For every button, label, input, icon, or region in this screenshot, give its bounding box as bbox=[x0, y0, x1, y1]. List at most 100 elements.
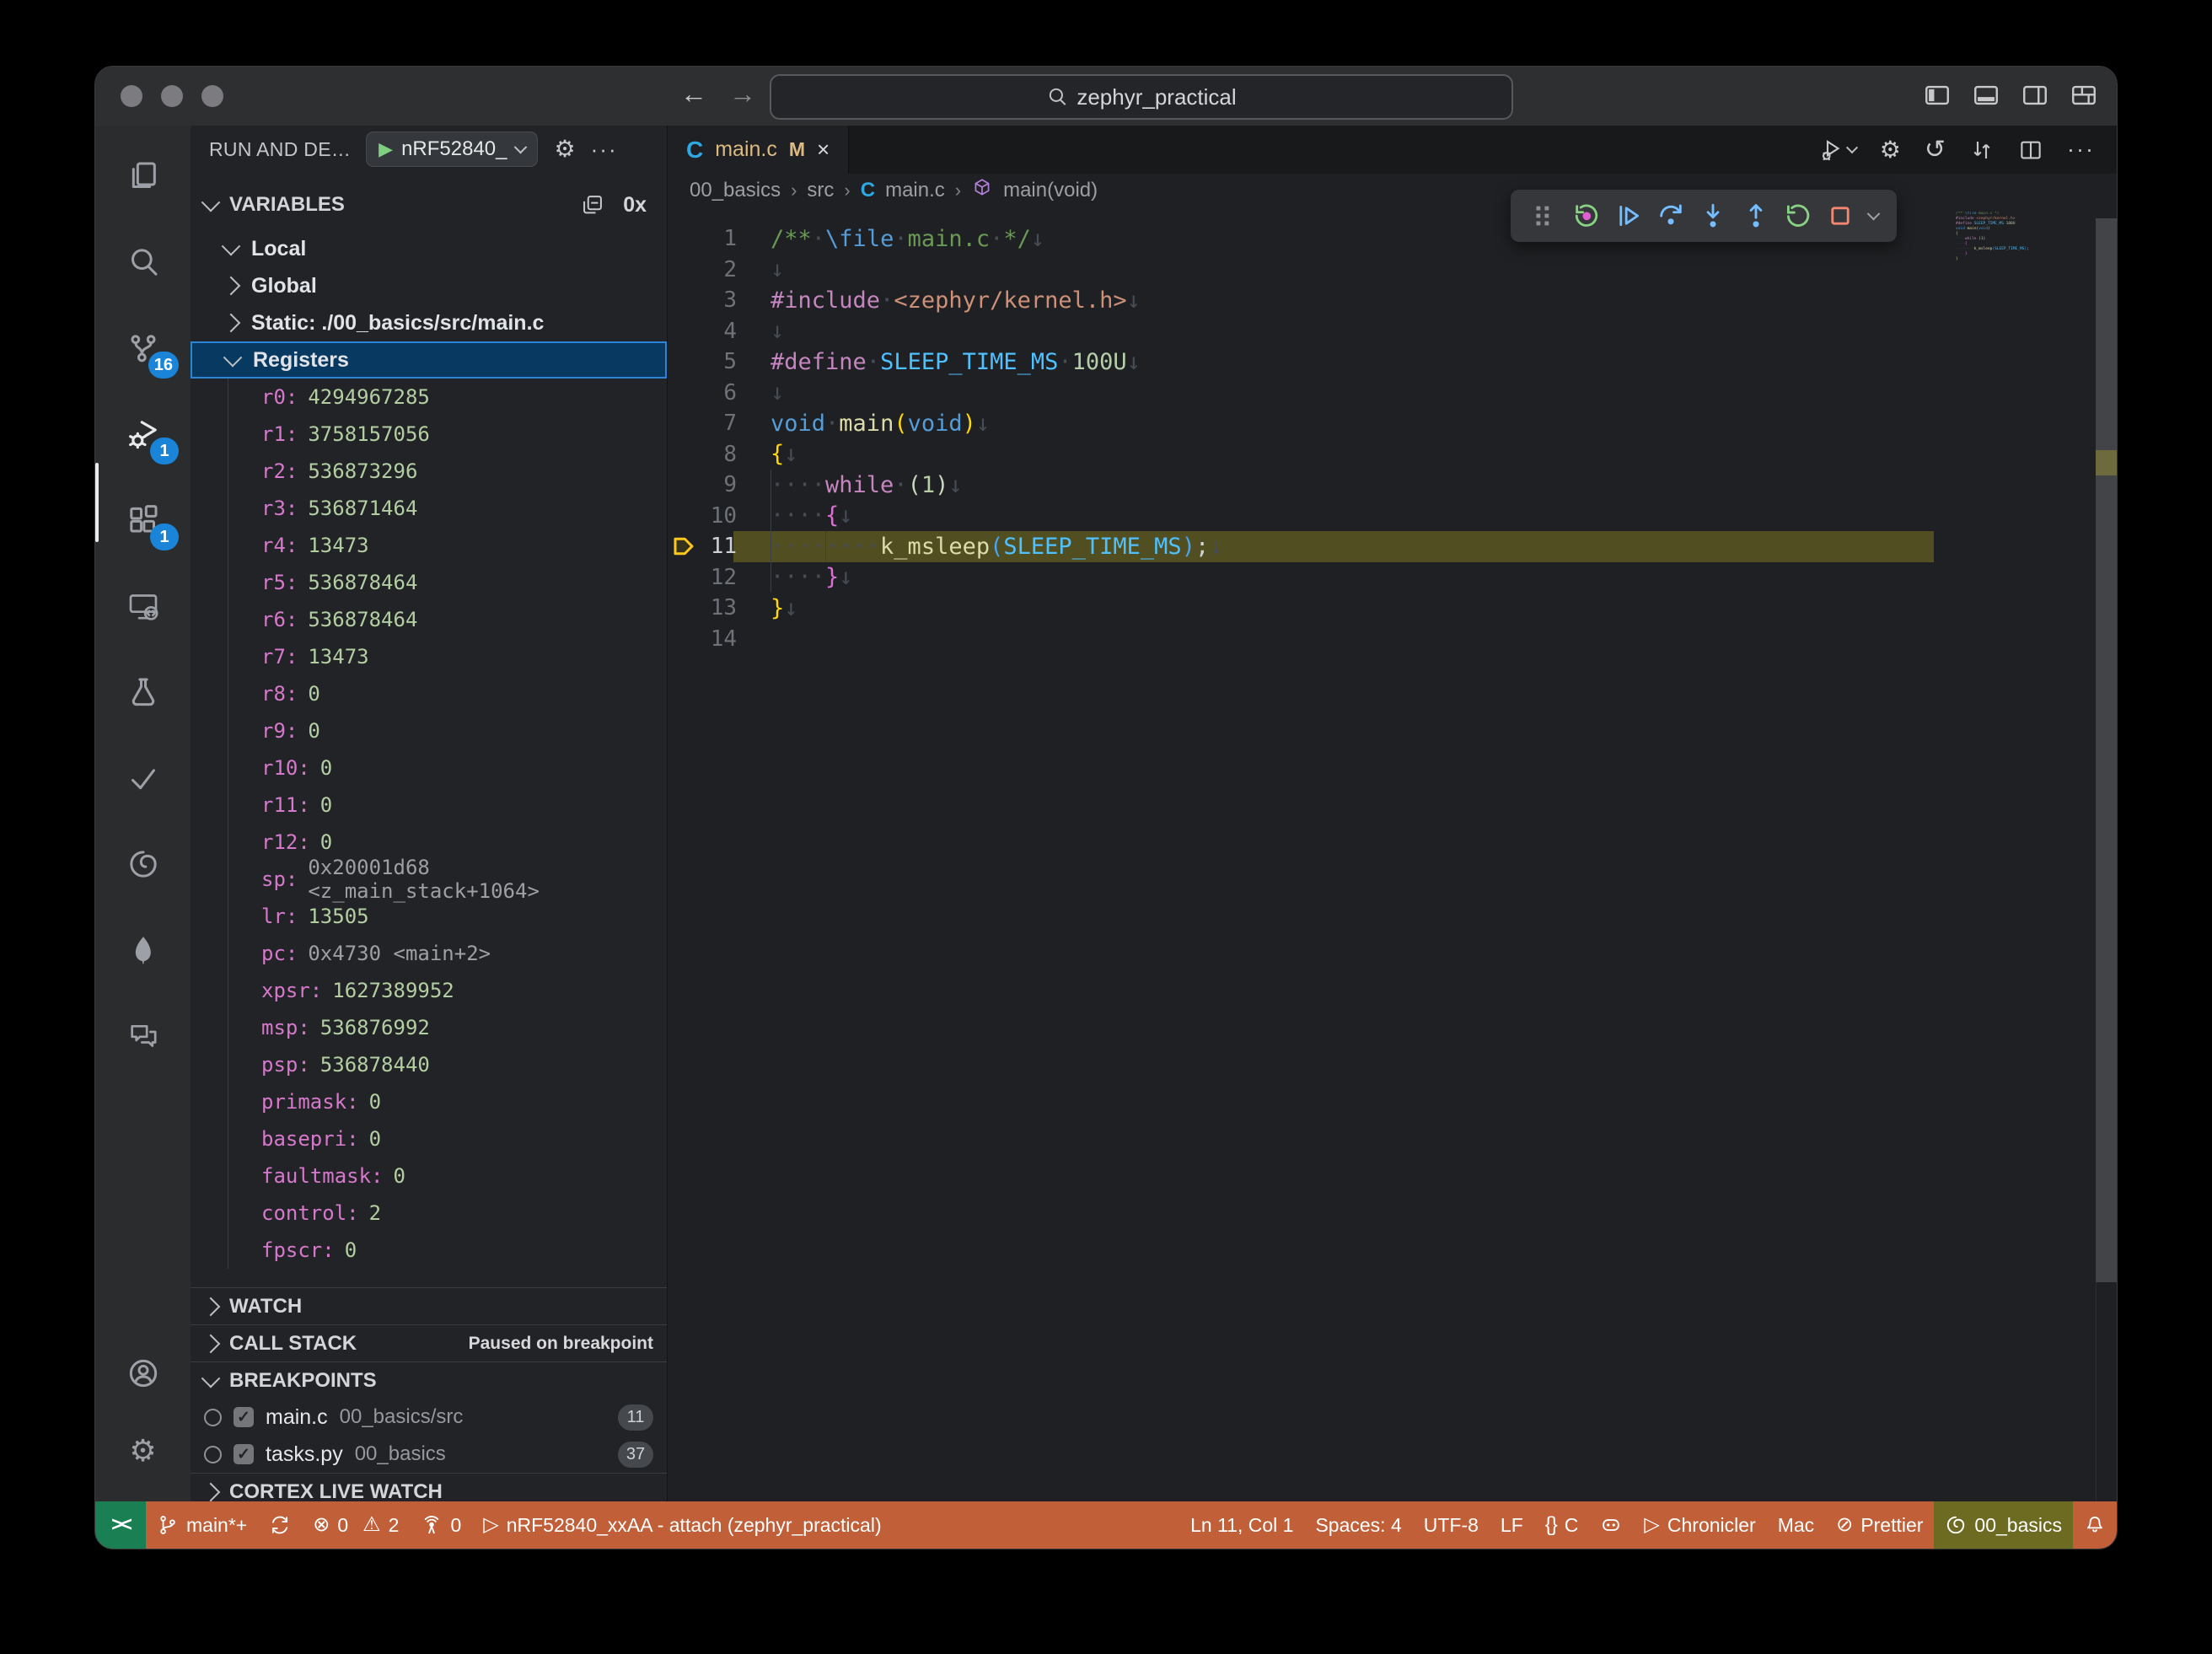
status-item-git-branch[interactable]: main*+ bbox=[146, 1501, 258, 1549]
code-line-2[interactable]: 2↓ bbox=[668, 255, 2117, 286]
activity-item-comments[interactable] bbox=[95, 997, 191, 1075]
views-more-actions-icon[interactable]: ··· bbox=[591, 137, 618, 163]
activity-item-run-and-debug[interactable]: 1 bbox=[95, 395, 191, 473]
current-execution-line-icon[interactable] bbox=[671, 534, 696, 559]
register-row-r4[interactable]: r4:13473 bbox=[191, 527, 667, 564]
code-line-7[interactable]: 7void·main(void)↓ bbox=[668, 408, 2117, 439]
start-debug-icon[interactable]: ▶ bbox=[379, 138, 393, 160]
breadcrumb-file[interactable]: main.c bbox=[885, 179, 945, 202]
toggle-panel-icon[interactable] bbox=[1972, 81, 2000, 110]
status-item-language-mode[interactable]: {}C bbox=[1534, 1501, 1590, 1549]
register-row-fpscr[interactable]: fpscr:0 bbox=[191, 1232, 667, 1269]
toolbar-more-chevron-icon[interactable] bbox=[1866, 207, 1880, 220]
variables-group-static[interactable]: Static: ./00_basics/src/main.c bbox=[191, 304, 667, 341]
breakpoint-row-tasks.py[interactable]: ✓ tasks.py 00_basics 37 bbox=[191, 1436, 667, 1473]
status-item-ports[interactable]: 0 bbox=[410, 1501, 472, 1549]
register-row-r9[interactable]: r9:0 bbox=[191, 712, 667, 749]
register-row-r6[interactable]: r6:536878464 bbox=[191, 601, 667, 638]
variables-section-header[interactable]: VARIABLES 0x bbox=[191, 185, 667, 225]
code-line-10[interactable]: 10····{↓ bbox=[668, 501, 2117, 532]
toggle-secondary-sidebar-icon[interactable] bbox=[2021, 81, 2049, 110]
variables-group-local[interactable]: Local bbox=[191, 230, 667, 267]
timeline-history-icon[interactable]: ↺ bbox=[1925, 137, 1946, 163]
code-line-4[interactable]: 4↓ bbox=[668, 316, 2117, 347]
breakpoints-section-header[interactable]: BREAKPOINTS bbox=[191, 1361, 667, 1399]
breakpoint-checkbox[interactable]: ✓ bbox=[234, 1407, 254, 1427]
status-item-prettier[interactable]: ⊘Prettier bbox=[1825, 1501, 1934, 1549]
status-item-eol[interactable]: LF bbox=[1490, 1501, 1534, 1549]
back-arrow-icon[interactable]: ← bbox=[680, 78, 707, 110]
open-changes-icon[interactable] bbox=[1969, 137, 1995, 163]
variables-group-global[interactable]: Global bbox=[191, 267, 667, 304]
activity-item-search[interactable] bbox=[95, 223, 191, 301]
register-row-r10[interactable]: r10:0 bbox=[191, 749, 667, 787]
step-into-button[interactable] bbox=[1699, 201, 1727, 230]
register-row-sp[interactable]: sp:0x20001d68 <z_main_stack+1064> bbox=[191, 861, 667, 898]
code-line-9[interactable]: 9····while·(1)↓ bbox=[668, 470, 2117, 501]
watch-section-header[interactable]: WATCH bbox=[191, 1287, 667, 1325]
launch-config-dropdown[interactable]: ▶ nRF52840_ bbox=[366, 132, 537, 167]
close-tab-icon[interactable]: × bbox=[817, 137, 830, 163]
code-line-3[interactable]: 3#include·<zephyr/kernel.h>↓ bbox=[668, 285, 2117, 316]
restart-button[interactable] bbox=[1784, 201, 1812, 230]
status-item-sync[interactable] bbox=[258, 1501, 302, 1549]
activity-item-checks[interactable] bbox=[95, 739, 191, 817]
status-item-notifications[interactable] bbox=[2073, 1501, 2117, 1549]
activity-item-explorer[interactable] bbox=[95, 137, 191, 215]
toolbar-drag-handle[interactable] bbox=[1529, 201, 1558, 230]
register-row-xpsr[interactable]: xpsr:1627389952 bbox=[191, 972, 667, 1009]
status-item-encoding[interactable]: UTF-8 bbox=[1413, 1501, 1490, 1549]
register-row-r2[interactable]: r2:536873296 bbox=[191, 453, 667, 490]
register-row-r7[interactable]: r7:13473 bbox=[191, 638, 667, 675]
register-row-control[interactable]: control:2 bbox=[191, 1195, 667, 1232]
register-row-msp[interactable]: msp:536876992 bbox=[191, 1009, 667, 1046]
editor-settings-gear-icon[interactable]: ⚙ bbox=[1880, 138, 1901, 162]
register-row-r3[interactable]: r3:536871464 bbox=[191, 490, 667, 527]
toggle-primary-sidebar-icon[interactable] bbox=[1923, 81, 1952, 110]
register-row-faultmask[interactable]: faultmask:0 bbox=[191, 1157, 667, 1195]
status-item-cursor-position[interactable]: Ln 11, Col 1 bbox=[1179, 1501, 1304, 1549]
call-stack-section-header[interactable]: CALL STACK Paused on breakpoint bbox=[191, 1324, 667, 1362]
register-row-r1[interactable]: r1:3758157056 bbox=[191, 416, 667, 453]
editor-more-actions-icon[interactable]: ··· bbox=[2067, 137, 2095, 163]
hex-format-toggle[interactable]: 0x bbox=[623, 193, 647, 217]
scrollbar[interactable] bbox=[2096, 218, 2117, 1282]
code-line-1[interactable]: 1/**·\file·main.c·*/↓ bbox=[668, 223, 2117, 255]
status-item-python-env[interactable]: 00_basics bbox=[1934, 1501, 2073, 1549]
register-row-r5[interactable]: r5:536878464 bbox=[191, 564, 667, 601]
activity-item-remote-explorer[interactable] bbox=[95, 567, 191, 645]
activity-item-testing[interactable] bbox=[95, 653, 191, 731]
breadcrumbs[interactable]: 00_basics › src › C main.c › main(void) bbox=[668, 174, 2117, 207]
breadcrumb-subfolder[interactable]: src bbox=[807, 179, 834, 202]
register-row-primask[interactable]: primask:0 bbox=[191, 1083, 667, 1120]
status-item-platform[interactable]: Mac bbox=[1767, 1501, 1825, 1549]
register-row-lr[interactable]: lr:13505 bbox=[191, 898, 667, 935]
customize-layout-icon[interactable] bbox=[2070, 81, 2098, 110]
code-line-5[interactable]: 5#define·SLEEP_TIME_MS·100U↓ bbox=[668, 346, 2117, 378]
code-line-6[interactable]: 6↓ bbox=[668, 378, 2117, 409]
register-row-psp[interactable]: psp:536878440 bbox=[191, 1046, 667, 1083]
breakpoint-checkbox[interactable]: ✓ bbox=[234, 1444, 254, 1464]
status-item-indentation[interactable]: Spaces: 4 bbox=[1304, 1501, 1412, 1549]
status-item-debug-target[interactable]: ▷nRF52840_xxAA - attach (zephyr_practica… bbox=[472, 1501, 892, 1549]
activity-item-source-control[interactable]: 16 bbox=[95, 309, 191, 387]
activity-item-platform-tool[interactable] bbox=[95, 825, 191, 903]
cortex-live-watch-section-header[interactable]: CORTEX LIVE WATCH bbox=[191, 1473, 667, 1503]
breadcrumb-symbol[interactable]: main(void) bbox=[1003, 179, 1098, 202]
command-center-search[interactable]: zephyr_practical bbox=[770, 74, 1513, 120]
step-over-button[interactable] bbox=[1656, 201, 1685, 230]
register-row-r11[interactable]: r11:0 bbox=[191, 787, 667, 824]
register-row-r8[interactable]: r8:0 bbox=[191, 675, 667, 712]
minimap[interactable]: /**·\file·main.c·*/#include·<zephyr/kern… bbox=[1956, 212, 2084, 293]
code-line-13[interactable]: 13}↓ bbox=[668, 593, 2117, 624]
status-item-chronicler[interactable]: ▷Chronicler bbox=[1633, 1501, 1766, 1549]
traffic-light-zoom[interactable] bbox=[201, 85, 223, 107]
code-line-8[interactable]: 8{↓ bbox=[668, 439, 2117, 470]
traffic-light-close[interactable] bbox=[121, 85, 142, 107]
debug-settings-gear-icon[interactable]: ⚙ bbox=[555, 137, 576, 161]
step-out-button[interactable] bbox=[1742, 201, 1770, 230]
register-row-basepri[interactable]: basepri:0 bbox=[191, 1120, 667, 1157]
register-row-r0[interactable]: r0:4294967285 bbox=[191, 379, 667, 416]
reset-device-button[interactable] bbox=[1572, 201, 1601, 230]
stop-button[interactable] bbox=[1826, 201, 1855, 230]
